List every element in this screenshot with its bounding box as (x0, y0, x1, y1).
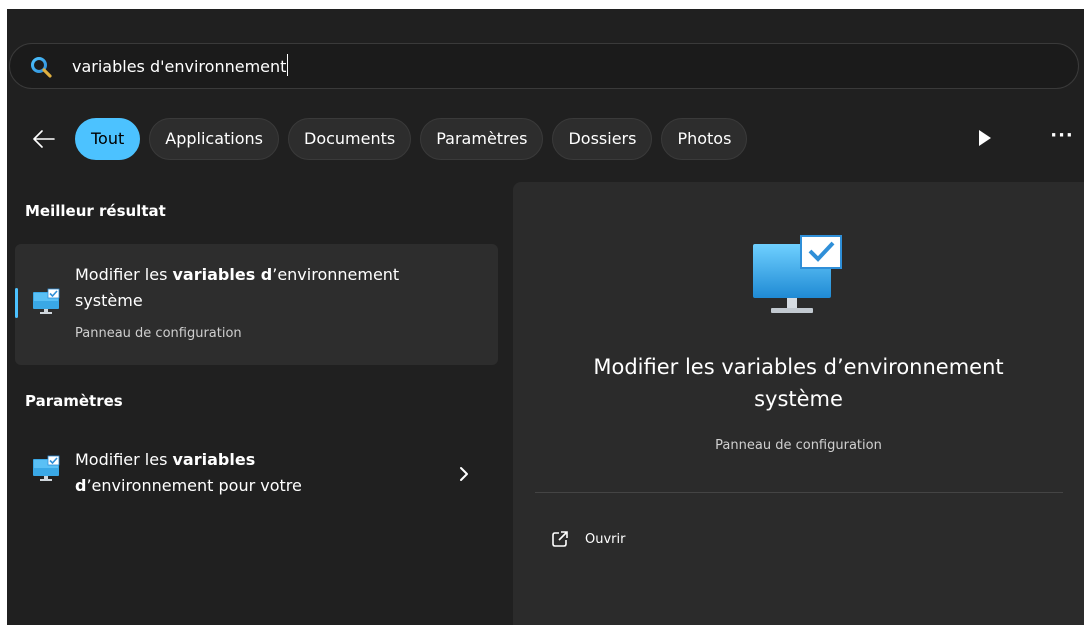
settings-result[interactable]: Modifier les variables d’environnement p… (15, 439, 498, 511)
search-input[interactable]: variables d'environnement (72, 54, 972, 80)
filter-chip-tout[interactable]: Tout (75, 118, 141, 160)
selection-indicator (15, 288, 18, 318)
monitor-check-icon (753, 235, 842, 313)
filter-chip-documents[interactable]: Documents (288, 118, 412, 160)
search-panel: variables d'environnement Tout Applicati… (7, 9, 1084, 625)
filter-chips: Tout Applications Documents Paramètres D… (75, 118, 748, 160)
best-match-subtitle: Panneau de configuration (75, 326, 242, 341)
arrow-left-icon (33, 130, 55, 148)
best-match-result[interactable]: Modifier les variables d’environnement s… (15, 244, 498, 365)
more-options-button[interactable]: ··· (1047, 125, 1077, 149)
open-external-icon (552, 531, 568, 547)
filter-chip-dossiers[interactable]: Dossiers (552, 118, 653, 160)
divider (535, 492, 1063, 493)
chevron-right-icon[interactable] (457, 464, 471, 484)
settings-heading: Paramètres (25, 392, 123, 410)
text-caret (287, 54, 289, 76)
filter-chip-parametres[interactable]: Paramètres (420, 118, 544, 160)
best-match-title: Modifier les variables d’environnement s… (75, 265, 400, 310)
monitor-check-icon (33, 455, 60, 481)
open-label: Ouvrir (585, 531, 626, 547)
filter-chip-photos[interactable]: Photos (661, 118, 748, 160)
monitor-check-icon (33, 288, 60, 314)
search-query-text: variables d'environnement (72, 57, 287, 76)
open-action[interactable]: Ouvrir (551, 530, 625, 548)
settings-result-title: Modifier les variables d’environnement p… (75, 450, 302, 495)
detail-subtitle: Panneau de configuration (715, 438, 882, 453)
play-icon[interactable] (973, 127, 995, 149)
best-match-heading: Meilleur résultat (25, 202, 166, 220)
detail-pane: Modifier les variables d’environnement s… (513, 182, 1084, 625)
search-bar[interactable]: variables d'environnement (9, 43, 1079, 89)
detail-title: Modifier les variables d’environnement s… (593, 355, 1004, 411)
back-button[interactable] (29, 124, 59, 154)
filter-chip-applications[interactable]: Applications (149, 118, 279, 160)
search-icon (31, 57, 52, 78)
